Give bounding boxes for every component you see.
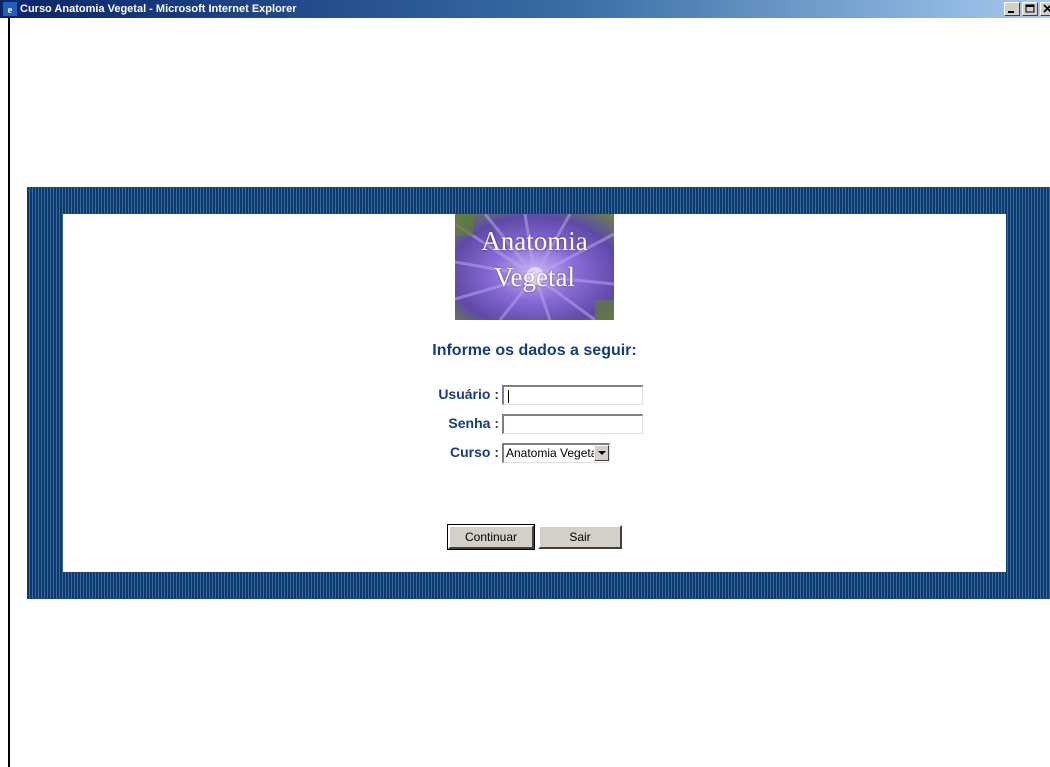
chevron-down-icon[interactable] — [594, 445, 609, 461]
svg-text:e: e — [8, 4, 13, 16]
logo-title-line2: Vegetal — [494, 262, 575, 292]
exit-button[interactable]: Sair — [538, 525, 622, 549]
ie-icon: e — [3, 2, 17, 16]
minimize-icon[interactable] — [1004, 2, 1020, 16]
senha-label: Senha : — [448, 415, 499, 431]
window-title: Curso Anatomia Vegetal - Microsoft Inter… — [20, 3, 297, 15]
course-logo: Anatomia Vegetal — [455, 214, 614, 320]
usuario-row: Usuário : — [393, 384, 499, 406]
maximize-icon[interactable] — [1022, 2, 1038, 16]
browser-window: e Curso Anatomia Vegetal - Microsoft Int… — [0, 0, 1050, 767]
title-bar[interactable]: e Curso Anatomia Vegetal - Microsoft Int… — [0, 0, 1050, 18]
usuario-label: Usuário : — [438, 386, 499, 402]
window-controls — [1004, 2, 1050, 16]
senha-row: Senha : — [393, 413, 499, 435]
curso-label: Curso : — [450, 444, 499, 460]
window-frame-edge — [8, 18, 10, 767]
curso-row: Curso : — [393, 442, 499, 464]
text-caret — [508, 390, 509, 403]
usuario-input[interactable] — [502, 385, 643, 405]
logo-title-line1: Anatomia — [481, 226, 588, 256]
curso-selected-value: Anatomia Vegetal — [506, 446, 601, 460]
form-heading: Informe os dados a seguir: — [432, 342, 637, 359]
login-panel: Anatomia Vegetal Informe os dados a segu… — [63, 214, 1006, 572]
close-icon[interactable] — [1040, 2, 1050, 16]
continue-button[interactable]: Continuar — [447, 524, 535, 550]
senha-input[interactable] — [502, 414, 643, 434]
curso-select[interactable]: Anatomia Vegetal — [502, 443, 610, 463]
